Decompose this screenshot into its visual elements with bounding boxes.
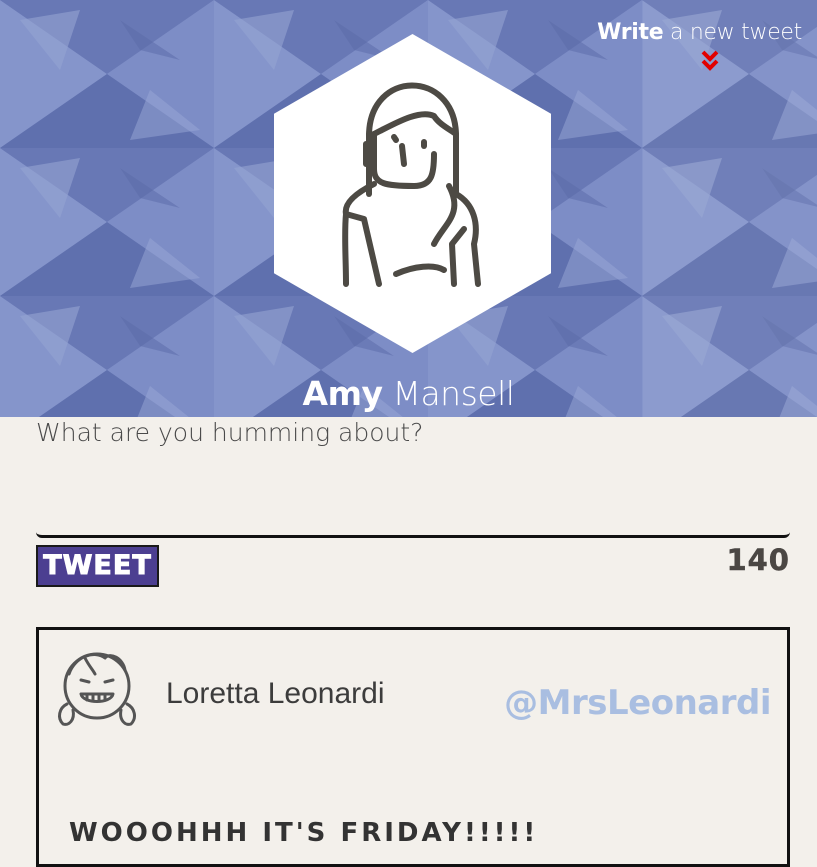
tweet-text: WOOOHHH IT'S FRIDAY!!!!! bbox=[69, 818, 539, 848]
tweet-input[interactable] bbox=[36, 418, 790, 538]
girl-smiling-avatar-icon bbox=[58, 652, 136, 726]
first-name: Amy bbox=[302, 374, 383, 413]
tweet-author-name: Loretta Leonardi bbox=[166, 677, 385, 710]
profile-header: Write a new tweet Amy Mansell bbox=[0, 0, 817, 417]
last-name: Mansell bbox=[392, 374, 515, 413]
write-new-tweet-link[interactable]: Write a new tweet bbox=[597, 20, 802, 45]
profile-name: Amy Mansell bbox=[0, 374, 817, 413]
tweet-card: Loretta Leonardi @MrsLeonardi WOOOHHH IT… bbox=[36, 627, 790, 867]
compose-link-bold: Write bbox=[597, 20, 664, 45]
double-chevron-down-icon[interactable] bbox=[700, 50, 720, 72]
profile-avatar bbox=[274, 34, 551, 353]
compose-link-text: a new tweet bbox=[670, 20, 802, 45]
tweet-author-handle[interactable]: @MrsLeonardi bbox=[504, 683, 771, 723]
character-counter: 140 bbox=[726, 543, 790, 578]
tweet-button[interactable]: TWEET bbox=[36, 545, 159, 587]
